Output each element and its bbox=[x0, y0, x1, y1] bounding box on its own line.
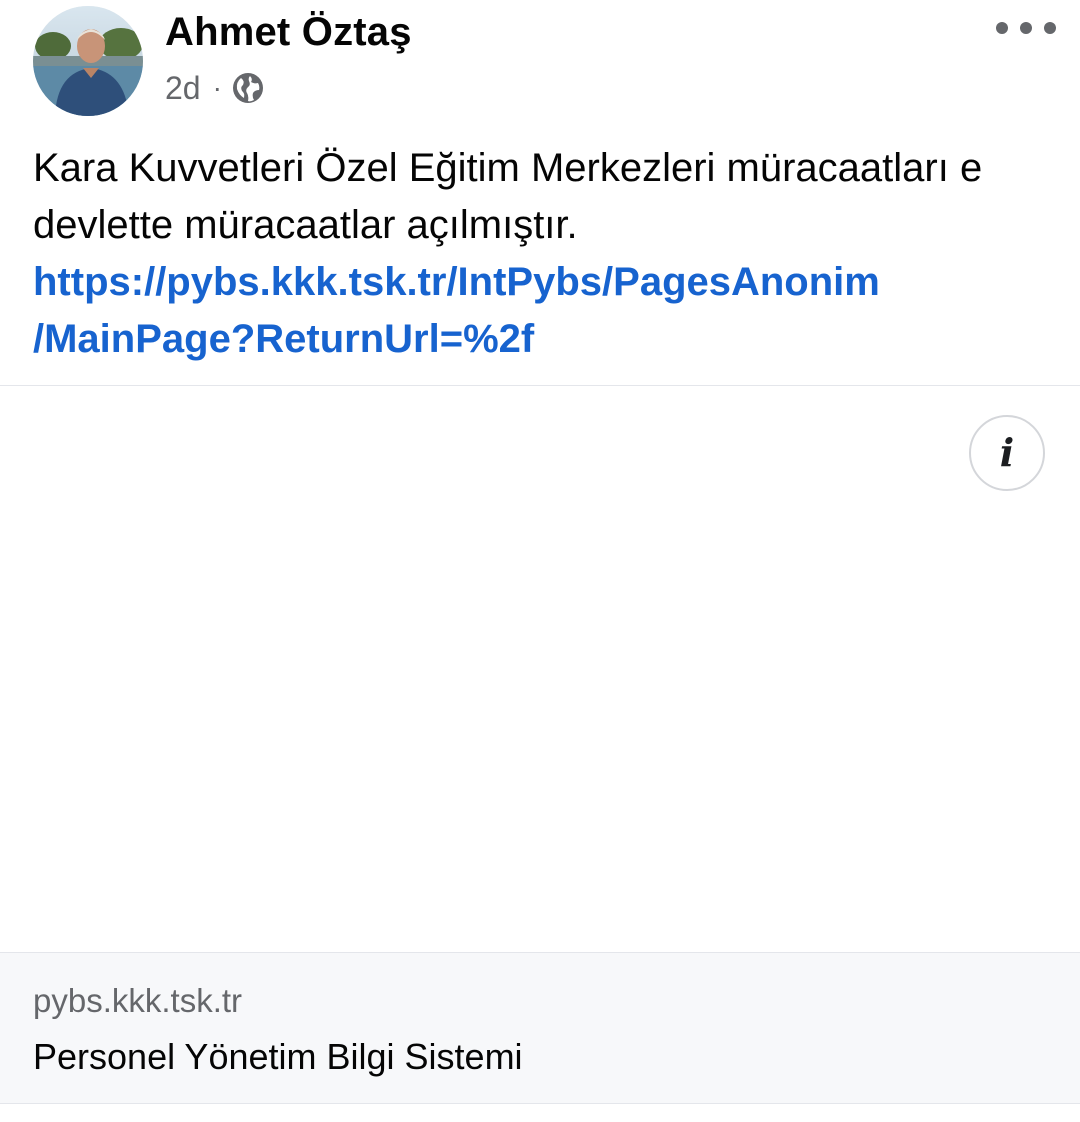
post-timestamp[interactable]: 2d bbox=[165, 70, 201, 107]
post-meta: 2d · bbox=[165, 66, 264, 110]
link-domain: pybs.kkk.tsk.tr bbox=[33, 982, 243, 1019]
globe-icon[interactable] bbox=[232, 72, 264, 104]
post-header: Ahmet Öztaş 2d · bbox=[0, 0, 1080, 130]
post-link[interactable]: https://pybs.kkk.tsk.tr/IntPybs/PagesAno… bbox=[33, 254, 1048, 368]
divider bbox=[0, 1103, 1080, 1104]
more-dot bbox=[1020, 22, 1032, 34]
info-glyph: i bbox=[999, 430, 1015, 475]
link-title: Personel Yönetim Bilgi Sistemi bbox=[33, 1036, 523, 1077]
link-preview-image[interactable] bbox=[0, 386, 1080, 952]
more-dot bbox=[1044, 22, 1056, 34]
link-preview-caption[interactable]: pybs.kkk.tsk.tr Personel Yönetim Bilgi S… bbox=[0, 953, 1080, 1103]
more-options-icon[interactable] bbox=[996, 8, 1056, 48]
info-icon[interactable]: i bbox=[969, 415, 1045, 491]
post-link-line2: /MainPage?ReturnUrl=%2f bbox=[33, 317, 535, 361]
post-body: Kara Kuvvetleri Özel Eğitim Merkezleri m… bbox=[33, 140, 1048, 368]
post-message: Kara Kuvvetleri Özel Eğitim Merkezleri m… bbox=[33, 146, 983, 247]
avatar-photo bbox=[33, 6, 143, 116]
more-dot bbox=[996, 22, 1008, 34]
author-name[interactable]: Ahmet Öztaş bbox=[165, 8, 412, 56]
post-link-line1: https://pybs.kkk.tsk.tr/IntPybs/PagesAno… bbox=[33, 260, 880, 304]
meta-separator: · bbox=[212, 72, 222, 103]
author-avatar[interactable] bbox=[33, 6, 143, 116]
